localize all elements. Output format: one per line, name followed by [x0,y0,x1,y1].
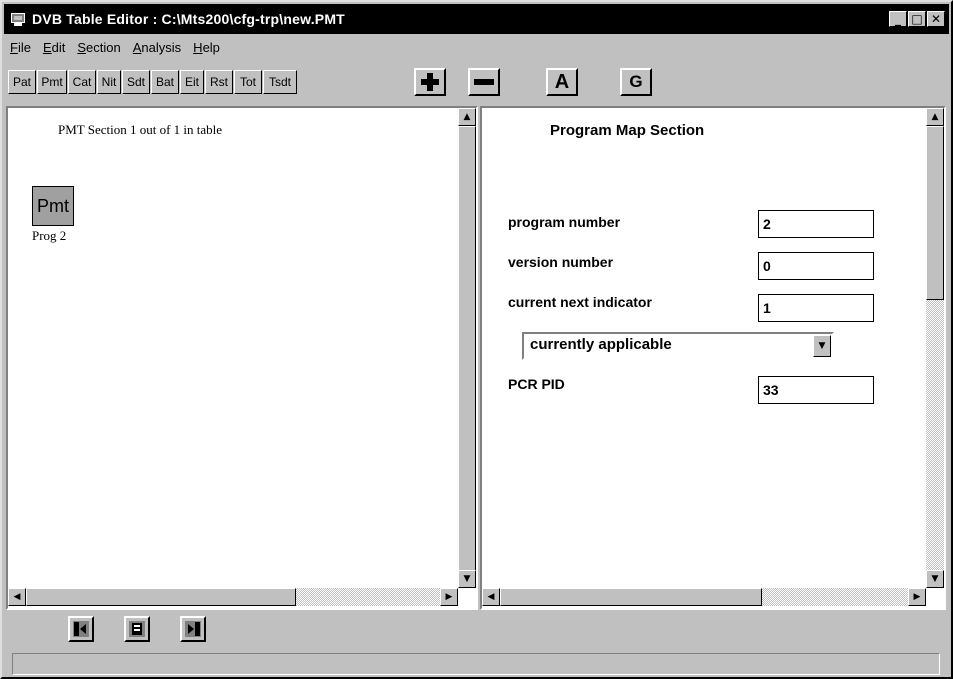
menu-section[interactable]: Section [77,40,120,55]
scroll-thumb[interactable] [26,588,296,606]
tsdt-button[interactable]: Tsdt [263,70,297,94]
eit-button[interactable]: Eit [180,70,204,94]
a-button[interactable]: A [546,68,578,96]
current-next-indicator-field[interactable]: 1 [758,294,874,322]
scroll-thumb[interactable] [458,126,476,572]
right-horizontal-scrollbar[interactable]: ◀ ▶ [482,588,926,606]
scroll-up-button[interactable]: ▲ [458,108,476,126]
g-button-label: G [629,72,643,91]
plus-icon [421,73,439,91]
section-info-icon [129,621,145,637]
close-button[interactable]: ✕ [927,11,945,27]
menu-edit[interactable]: Edit [43,40,65,55]
app-icon[interactable] [10,11,26,27]
version-number-label: version number [508,254,614,270]
pmt-button[interactable]: Pmt [37,70,67,94]
version-number-field[interactable]: 0 [758,252,874,280]
tot-button[interactable]: Tot [234,70,262,94]
menu-analysis[interactable]: Analysis [133,40,181,55]
left-horizontal-scrollbar[interactable]: ◀ ▶ [8,588,458,606]
section-tree-pane[interactable]: PMT Section 1 out of 1 in table Pmt Prog… [6,106,478,610]
remove-section-button[interactable] [468,68,500,96]
program-number-field[interactable]: 2 [758,210,874,238]
next-section-icon [185,621,201,637]
app-window: DVB Table Editor : C:\Mts200\cfg-trp\new… [0,0,953,679]
right-vertical-scrollbar[interactable]: ▲ ▼ [926,108,944,588]
title-bar[interactable]: DVB Table Editor : C:\Mts200\cfg-trp\new… [4,4,949,34]
scroll-down-button[interactable]: ▼ [458,570,476,588]
status-bar [12,653,940,675]
rst-button[interactable]: Rst [205,70,233,94]
scroll-thumb[interactable] [926,126,944,300]
current-next-indicator-label: current next indicator [508,294,652,310]
menu-help[interactable]: Help [193,40,220,55]
a-button-label: A [554,70,570,93]
next-section-button[interactable] [180,616,206,642]
scroll-down-button[interactable]: ▼ [926,570,944,588]
nit-button[interactable]: Nit [97,70,121,94]
cat-button[interactable]: Cat [68,70,96,94]
minimize-button[interactable]: _ [889,11,907,27]
menu-bar: File Edit Section Analysis Help [4,36,220,58]
left-vertical-scrollbar[interactable]: ▲ ▼ [458,108,476,588]
menu-file[interactable]: File [10,40,31,55]
scroll-left-button[interactable]: ◀ [482,588,500,606]
scroll-right-button[interactable]: ▶ [908,588,926,606]
section-count-title: PMT Section 1 out of 1 in table [58,122,223,137]
program-number-label: program number [508,214,621,230]
program-label: Prog 2 [32,228,67,243]
pat-button[interactable]: Pat [8,70,36,94]
dropdown-arrow-icon[interactable]: ▼ [813,335,831,357]
g-button[interactable]: G [620,68,652,96]
section-info-button[interactable] [124,616,150,642]
scroll-thumb[interactable] [500,588,762,606]
previous-section-button[interactable] [68,616,94,642]
pcr-pid-label: PCR PID [508,376,565,392]
maximize-button[interactable]: □ [908,11,926,27]
detail-title: Program Map Section [550,122,705,139]
bat-button[interactable]: Bat [151,70,179,94]
sdt-button[interactable]: Sdt [122,70,150,94]
add-section-button[interactable] [414,68,446,96]
scroll-left-button[interactable]: ◀ [8,588,26,606]
pmt-table-block[interactable]: Pmt [32,186,74,226]
previous-section-icon [73,621,89,637]
dropdown-value: currently applicable [530,336,672,353]
window-title: DVB Table Editor : C:\Mts200\cfg-trp\new… [32,11,345,27]
pcr-pid-field[interactable]: 33 [758,376,874,404]
scroll-up-button[interactable]: ▲ [926,108,944,126]
minus-icon [474,79,494,85]
scroll-right-button[interactable]: ▶ [440,588,458,606]
applicability-dropdown[interactable]: currently applicable ▼ [522,332,834,360]
section-detail-pane[interactable]: Program Map Section program number 2 ver… [480,106,946,610]
toolbar: Pat Pmt Cat Nit Sdt Bat Eit Rst Tot Tsdt… [6,60,946,100]
